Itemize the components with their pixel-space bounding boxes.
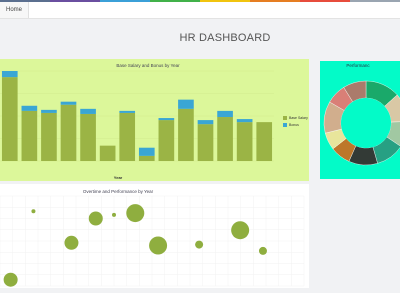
accent-segment [100,0,150,2]
scatter-point [31,209,36,214]
scatter-chart-title: Overtime and Performance by Year [83,189,154,194]
accent-segment [300,0,350,2]
bar-base-salary [21,110,38,161]
bar-base-salary [41,112,57,161]
scatter-point [112,212,116,217]
scatter-point [195,240,204,249]
bar-bonus [80,108,96,114]
bar-bonus [197,120,214,125]
pie-chart-title: Performanc [346,63,370,68]
bar-bonus [60,101,77,105]
performance-pie-panel: Performanc [320,61,400,179]
bar-base-salary [119,112,136,161]
bar-bonus [21,105,38,111]
accent-segment [350,0,400,2]
bar-chart-x-axis-label: Year [114,175,123,180]
salary-bonus-bar-chart: Base Salary and Bonus by Year Year Base … [0,63,308,180]
bar-base-salary [99,145,116,161]
bar-chart-panel: Base Salary and Bonus by Year Year Base … [0,59,309,181]
accent-segment [250,0,300,2]
scatter-point [149,236,168,255]
legend-label: Bonus [289,123,299,127]
bar-base-salary [158,120,175,161]
donut-hole [341,98,391,148]
bar-bonus [138,147,155,156]
scatter-point [231,221,250,240]
scatter-point [258,246,267,255]
scatter-point [64,235,79,250]
top-nav-bar: Home [0,0,400,19]
bar-bonus [158,118,175,121]
scatter-point [3,272,18,287]
accent-segment [50,0,100,2]
bar-base-salary [236,122,253,161]
bar-bonus [217,110,233,118]
bar-chart-title: Base Salary and Bonus by Year [116,63,180,68]
bar-bonus [41,109,57,113]
bar-base-salary [256,122,273,161]
accent-segment [150,0,200,2]
nav-home-tab[interactable]: Home [0,2,30,18]
bar-bonus [236,119,253,123]
bar-base-salary [1,77,18,161]
scatter-point [126,204,145,223]
bar-bonus [119,110,136,113]
bar-bonus [1,71,18,78]
overtime-performance-scatter: Overtime and Performance by Year [0,189,305,287]
scatter-point [88,211,103,226]
bar-base-salary [197,124,214,161]
bar-base-salary [80,113,96,161]
page-title: HR DASHBOARD [179,32,271,44]
scatter-chart-panel: Overtime and Performance by Year [0,184,309,288]
accent-stripe [0,0,400,2]
bar-bonus [178,99,194,109]
legend-swatch [283,123,287,127]
performance-donut-chart: Performanc [323,63,400,166]
bar-base-salary [217,117,233,161]
accent-segment [200,0,250,2]
legend-swatch [283,116,287,120]
bar-base-salary [178,108,194,161]
legend-label: Base Salary [289,116,308,120]
bar-base-salary [60,104,77,161]
bar-base-salary [138,155,155,161]
